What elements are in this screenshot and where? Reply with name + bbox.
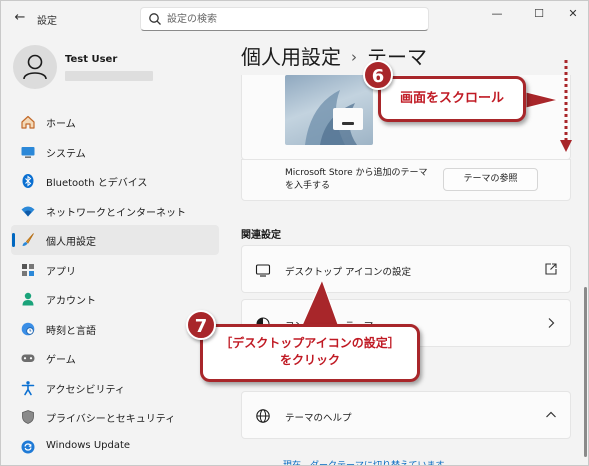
sidebar-item-label: Bluetooth とデバイス (46, 178, 148, 189)
step-7-badge: 7 (186, 310, 216, 340)
click-annotation-line2: をクリック (279, 353, 340, 367)
browse-themes-button[interactable]: テーマの参照 (443, 168, 538, 191)
brush-icon (22, 233, 34, 246)
sidebar-item-label: アプリ (46, 266, 76, 278)
user-email-redacted (65, 71, 153, 81)
back-arrow-icon[interactable]: ← (11, 9, 29, 27)
user-name: Test User (65, 54, 118, 65)
sidebar-item-label: Windows Update (46, 439, 131, 451)
desktop-icon-settings-row[interactable]: デスクトップ アイコンの設定 (241, 245, 571, 293)
search-box[interactable] (140, 7, 429, 31)
sidebar-item-label: プライバシーとセキュリティ (46, 414, 176, 425)
monitor-icon (255, 264, 271, 277)
sidebar-item-label: 時刻と言語 (46, 325, 96, 337)
system-icon (21, 146, 35, 158)
search-input[interactable] (167, 8, 422, 30)
minimize-button[interactable]: — (485, 5, 509, 23)
close-button[interactable]: ✕ (561, 5, 585, 23)
breadcrumb-separator-icon: › (351, 48, 357, 66)
sidebar-item-bluetooth[interactable]: Bluetooth とデバイス (11, 166, 219, 196)
user-profile[interactable]: Test User (13, 45, 213, 91)
theme-help-link[interactable]: 現在、ダークテーマに切り替えています。 (283, 458, 453, 465)
sidebar-item-label: ホーム (46, 119, 76, 130)
wallpaper-bloom-image (305, 90, 363, 145)
globe-clock-icon (21, 322, 35, 335)
external-link-icon (545, 263, 557, 275)
sidebar-nav: ホーム システム Bluetooth とデバイス ネットワークとインターネット (11, 107, 219, 461)
apps-icon (22, 263, 34, 276)
sidebar-item-home[interactable]: ホーム (11, 107, 219, 137)
chevron-up-icon (546, 411, 556, 418)
home-icon (21, 115, 35, 129)
scroll-thumb[interactable] (584, 287, 587, 457)
related-settings-title: 関連設定 (241, 230, 281, 241)
chevron-right-icon (548, 318, 555, 328)
sidebar-item-network[interactable]: ネットワークとインターネット (11, 196, 219, 226)
avatar (13, 45, 57, 89)
accessibility-icon (21, 380, 35, 395)
search-icon (149, 13, 161, 25)
title-bar: ← 設定 — ☐ ✕ (1, 1, 588, 37)
scroll-annotation-text: 画面をスクロール (399, 91, 504, 106)
sidebar-item-label: ゲーム (46, 355, 76, 366)
breadcrumb-parent[interactable]: 個人用設定 (241, 45, 341, 69)
sidebar-item-label: システム (46, 148, 86, 160)
theme-preview-thumbnail[interactable] (285, 75, 373, 145)
sidebar-item-system[interactable]: システム (11, 137, 219, 167)
step-6-badge: 6 (363, 60, 393, 90)
maximize-button[interactable]: ☐ (527, 5, 551, 23)
theme-help-label: テーマのヘルプ (285, 413, 352, 424)
desktop-icon-settings-label: デスクトップ アイコンの設定 (285, 267, 412, 278)
scroll-annotation-box: 画面をスクロール (378, 76, 526, 122)
sidebar-item-apps[interactable]: アプリ (11, 255, 219, 285)
sidebar-item-privacy[interactable]: プライバシーとセキュリティ (11, 402, 219, 432)
theme-help-row[interactable]: テーマのヘルプ (241, 391, 571, 439)
content-scrollbar[interactable] (584, 37, 588, 457)
sidebar-item-accessibility[interactable]: アクセシビリティ (11, 373, 219, 403)
sidebar-item-label: アクセシビリティ (46, 384, 125, 396)
bluetooth-icon (22, 174, 34, 188)
wifi-icon (21, 206, 35, 216)
page-title: 個人用設定 › テーマ (241, 41, 427, 70)
sidebar-item-label: ネットワークとインターネット (46, 207, 186, 219)
account-icon (22, 292, 34, 306)
settings-window: ← 設定 — ☐ ✕ Test User ホーム (0, 0, 589, 466)
sidebar-item-label: アカウント (46, 296, 96, 307)
sidebar-item-label: 個人用設定 (46, 237, 96, 248)
person-icon (23, 54, 47, 80)
update-icon (21, 440, 35, 453)
click-annotation-line1: ［デスクトップアイコンの設定］ (220, 336, 400, 350)
sidebar-item-personalization[interactable]: 個人用設定 (11, 225, 219, 255)
sidebar-item-gaming[interactable]: ゲーム (11, 343, 219, 373)
app-title: 設定 (37, 16, 57, 27)
gamepad-icon (21, 354, 35, 362)
store-themes-text: Microsoft Store から追加のテーマを入手する (285, 168, 428, 191)
click-annotation-box: ［デスクトップアイコンの設定］ をクリック (200, 324, 420, 382)
globe-icon (256, 409, 270, 423)
shield-icon (22, 410, 34, 424)
sidebar-item-windows-update[interactable]: Windows Update (11, 432, 219, 462)
sidebar-item-accounts[interactable]: アカウント (11, 284, 219, 314)
